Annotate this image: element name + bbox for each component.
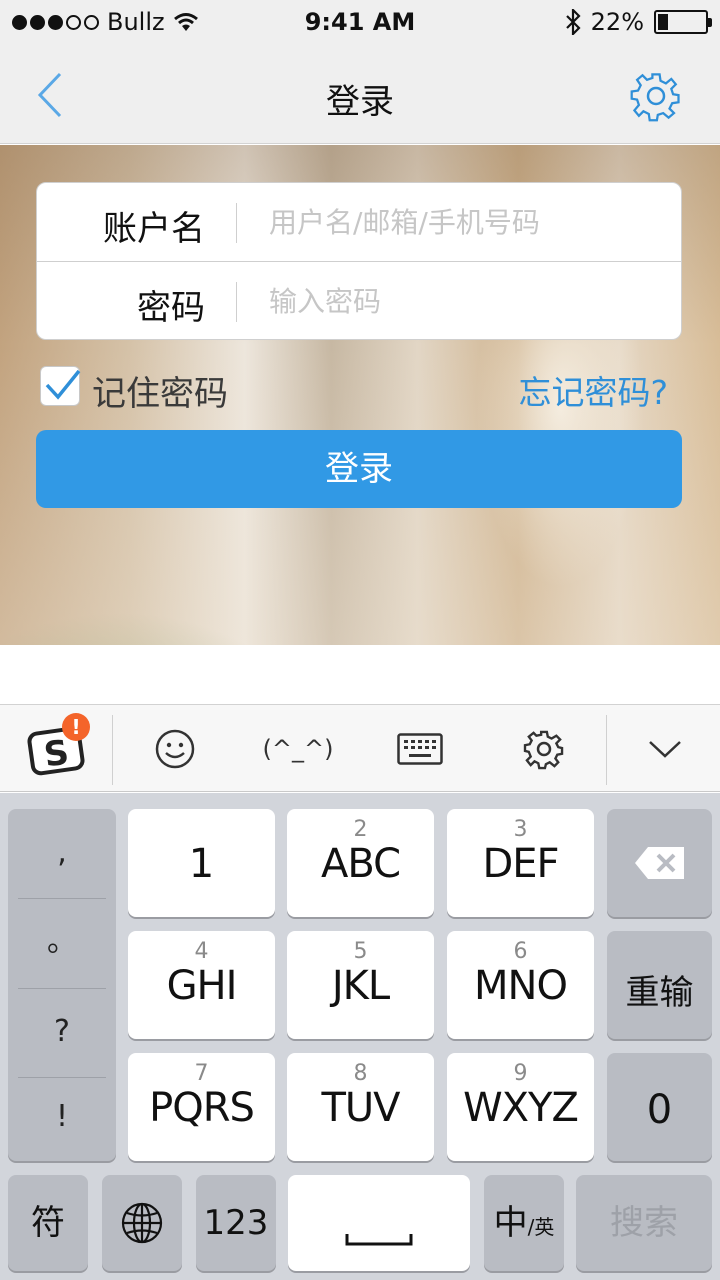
emoji-button[interactable] bbox=[130, 705, 220, 793]
key-label: 重输 bbox=[625, 973, 694, 1013]
login-form: 账户名 密码 bbox=[36, 182, 682, 340]
key-wxyz[interactable]: 9 WXYZ bbox=[447, 1053, 594, 1161]
key-number: 7 bbox=[194, 1061, 209, 1086]
login-button[interactable]: 登录 bbox=[36, 430, 682, 508]
sogou-logo-button[interactable]: S ! bbox=[0, 705, 112, 793]
key-label-main: 中 bbox=[493, 1203, 528, 1243]
key-mno[interactable]: 6 MNO bbox=[447, 931, 594, 1039]
page-title: 登录 bbox=[326, 82, 394, 122]
emoji-icon bbox=[155, 729, 195, 769]
punctuation-key[interactable]: 。 bbox=[8, 898, 116, 986]
key-ghi[interactable]: 4 GHI bbox=[128, 931, 275, 1039]
field-divider bbox=[236, 282, 237, 322]
backspace-key[interactable] bbox=[607, 809, 712, 917]
toolbar-divider bbox=[606, 715, 607, 785]
chevron-down-icon bbox=[649, 741, 681, 758]
password-label: 密码 bbox=[137, 288, 205, 328]
status-right: 22% bbox=[565, 8, 712, 36]
username-label: 账户名 bbox=[103, 209, 205, 249]
key-number: 2 bbox=[353, 817, 368, 842]
key-label: GHI bbox=[166, 963, 238, 1009]
reinput-key[interactable]: 重输 bbox=[607, 931, 712, 1039]
battery-percent: 22% bbox=[590, 8, 644, 36]
battery-fill bbox=[658, 14, 668, 30]
username-row: 账户名 bbox=[37, 183, 681, 262]
battery-icon bbox=[654, 10, 712, 34]
key-number: 3 bbox=[513, 817, 528, 842]
field-divider bbox=[236, 203, 237, 243]
key-def[interactable]: 3 DEF bbox=[447, 809, 594, 917]
key-label: MNO bbox=[474, 963, 568, 1009]
forgot-password-link[interactable]: 忘记密码? bbox=[518, 366, 668, 414]
key-label: ABC bbox=[320, 841, 401, 887]
checkmark-icon bbox=[45, 369, 81, 400]
numbers-key[interactable]: 123 bbox=[196, 1175, 276, 1271]
bluetooth-icon bbox=[565, 9, 581, 35]
password-row: 密码 bbox=[37, 262, 681, 341]
key-tuv[interactable]: 8 TUV bbox=[287, 1053, 434, 1161]
settings-gear-icon[interactable] bbox=[628, 68, 684, 124]
key-pqrs[interactable]: 7 PQRS bbox=[128, 1053, 275, 1161]
symbol-key[interactable]: 符 bbox=[8, 1175, 88, 1271]
notification-badge: ! bbox=[62, 713, 90, 741]
key-jkl[interactable]: 5 JKL bbox=[287, 931, 434, 1039]
key-label: JKL bbox=[331, 963, 390, 1009]
kaomoji-button[interactable]: (^_^) bbox=[248, 705, 348, 793]
globe-key[interactable] bbox=[102, 1175, 182, 1271]
key-number: 6 bbox=[513, 939, 528, 964]
keyboard-settings-button[interactable] bbox=[504, 705, 584, 793]
keyboard-icon bbox=[397, 733, 443, 765]
username-input[interactable] bbox=[269, 197, 659, 247]
language-switch-key[interactable]: 中/英 bbox=[484, 1175, 564, 1271]
punctuation-key[interactable]: , bbox=[8, 809, 116, 897]
punctuation-column: , 。 ? ! bbox=[8, 809, 116, 1161]
keyboard: , 。 ? ! 1 2 ABC 3 DEF 4 GHI 5 JKL 6 MNO bbox=[0, 793, 720, 1280]
remember-password-checkbox[interactable] bbox=[40, 366, 81, 406]
key-label-sub: /英 bbox=[527, 1215, 555, 1239]
hide-keyboard-button[interactable] bbox=[620, 705, 710, 793]
key-0[interactable]: 0 bbox=[607, 1053, 712, 1161]
key-number: 5 bbox=[353, 939, 368, 964]
toolbar-divider bbox=[112, 715, 113, 785]
keyboard-layout-button[interactable] bbox=[380, 705, 460, 793]
key-label: 1 bbox=[188, 841, 215, 887]
space-key[interactable] bbox=[288, 1175, 470, 1271]
punctuation-key[interactable]: ? bbox=[8, 988, 116, 1076]
key-label: WXYZ bbox=[463, 1085, 579, 1131]
key-number: 8 bbox=[353, 1061, 368, 1086]
globe-icon bbox=[121, 1202, 163, 1244]
punctuation-key[interactable]: ! bbox=[8, 1073, 116, 1161]
backspace-icon bbox=[634, 847, 684, 879]
gear-icon bbox=[523, 730, 564, 770]
password-input[interactable] bbox=[269, 276, 659, 326]
remember-password-label[interactable]: 记住密码 bbox=[92, 366, 228, 415]
key-abc[interactable]: 2 ABC bbox=[287, 809, 434, 917]
nav-bar: 登录 bbox=[0, 46, 720, 144]
key-label: PQRS bbox=[149, 1085, 255, 1131]
key-label: DEF bbox=[482, 841, 559, 887]
key-label: 0 bbox=[646, 1087, 673, 1133]
keyboard-toolbar: S ! (^_^) bbox=[0, 704, 720, 792]
key-number: 4 bbox=[194, 939, 209, 964]
key-number: 9 bbox=[513, 1061, 528, 1086]
status-bar: Bullz 9:41 AM 22% bbox=[0, 0, 720, 46]
key-1[interactable]: 1 bbox=[128, 809, 275, 917]
key-label: TUV bbox=[321, 1085, 400, 1131]
search-key[interactable]: 搜索 bbox=[576, 1175, 712, 1271]
space-icon bbox=[345, 1234, 413, 1246]
